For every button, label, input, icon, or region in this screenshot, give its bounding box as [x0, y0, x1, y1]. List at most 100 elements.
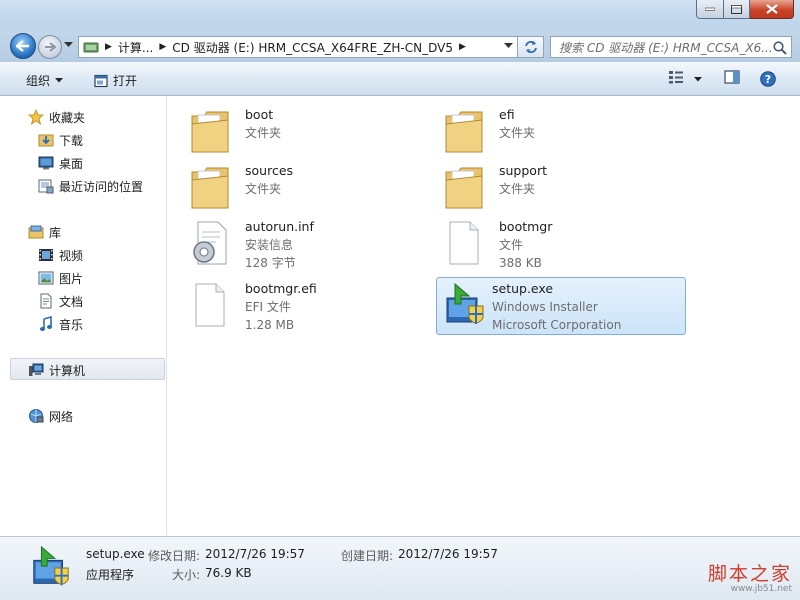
change-view-button[interactable]	[668, 70, 684, 84]
breadcrumb-separator[interactable]: ▶	[105, 42, 112, 52]
file-description: Windows Installer	[492, 300, 598, 314]
open-button[interactable]: 打开	[94, 72, 137, 89]
help-icon: ?	[760, 71, 776, 87]
music-icon	[40, 316, 52, 331]
nav-item-label: 最近访问的位置	[59, 179, 144, 194]
close-button[interactable]	[750, 0, 794, 19]
breadcrumb-computer[interactable]: 计算...	[118, 39, 153, 56]
file-type: 文件夹	[499, 182, 536, 196]
nav-favorites[interactable]: 收藏夹	[28, 107, 85, 127]
breadcrumb-separator[interactable]: ▶	[159, 42, 166, 52]
file-item-autorun-inf[interactable]: autorun.inf 安装信息 128 字节	[174, 214, 424, 272]
navigation-pane: 收藏夹 下载 桌面 最近访问的位置 库 视频 图片 文档 音乐 计算机 网络	[0, 96, 167, 536]
computer-icon	[29, 363, 44, 376]
view-options-icon	[669, 71, 683, 84]
file-type: 安装信息	[245, 238, 294, 252]
file-item-bootmgr[interactable]: bootmgr 文件 388 KB	[428, 214, 678, 272]
file-list: boot 文件夹 efi 文件夹 sources 文件夹 support 文件夹…	[168, 96, 800, 536]
svg-text:?: ?	[765, 73, 771, 86]
star-icon	[28, 109, 44, 125]
forward-button[interactable]	[38, 35, 62, 59]
file-item-sources[interactable]: sources 文件夹	[174, 158, 424, 216]
title-bar	[0, 0, 800, 30]
nav-libraries[interactable]: 库	[28, 222, 61, 242]
nav-item-music[interactable]: 音乐	[38, 314, 83, 334]
videos-icon	[39, 249, 53, 261]
file-name: bootmgr	[499, 219, 553, 234]
details-modified-value: 2012/7/26 19:57	[205, 547, 305, 561]
details-modified-label: 修改日期:	[148, 549, 201, 563]
nav-item-label: 下载	[59, 133, 84, 148]
maximize-icon	[731, 4, 742, 14]
file-icon	[449, 221, 479, 265]
refresh-icon	[524, 41, 537, 53]
details-size-value: 76.9 KB	[205, 566, 252, 580]
nav-item-label: 文档	[59, 294, 84, 309]
nav-libraries-label: 库	[49, 225, 62, 240]
nav-computer-label: 计算机	[49, 363, 86, 378]
folder-icon	[191, 111, 229, 153]
file-item-setup-exe[interactable]: setup.exe Windows Installer Microsoft Co…	[436, 277, 686, 335]
recent-places-icon	[38, 179, 54, 194]
file-name: bootmgr.efi	[245, 281, 317, 296]
details-file-name: setup.exe	[86, 547, 145, 561]
nav-item-documents[interactable]: 文档	[38, 291, 83, 311]
breadcrumb-cd-drive[interactable]: CD 驱动器 (E:) HRM_CCSA_X64FRE_ZH-CN_DV5	[172, 39, 453, 56]
file-type: 文件夹	[245, 126, 282, 140]
details-file-type: 应用程序	[86, 568, 135, 582]
preview-pane-icon	[724, 70, 740, 84]
command-bar: 组织 打开 ?	[0, 62, 800, 96]
recent-pages-chevron-icon[interactable]	[64, 42, 73, 48]
maximize-button[interactable]	[724, 0, 750, 19]
downloads-folder-icon	[38, 134, 54, 147]
file-name: efi	[499, 107, 515, 122]
search-icon[interactable]	[772, 40, 788, 56]
nav-item-desktop[interactable]: 桌面	[38, 153, 83, 173]
file-item-efi[interactable]: efi 文件夹	[428, 102, 678, 160]
file-name: support	[499, 163, 547, 178]
nav-item-downloads[interactable]: 下载	[38, 130, 83, 150]
nav-item-recent-places[interactable]: 最近访问的位置	[38, 176, 143, 196]
nav-item-label: 图片	[59, 271, 84, 286]
file-type: 文件夹	[499, 126, 536, 140]
minimize-button[interactable]	[696, 0, 724, 19]
library-icon	[28, 225, 44, 239]
help-button[interactable]: ?	[760, 71, 776, 87]
setup-exe-icon	[446, 282, 484, 324]
file-name: autorun.inf	[245, 219, 314, 234]
address-dropdown-chevron-icon[interactable]	[504, 43, 513, 49]
file-item-bootmgr-efi[interactable]: bootmgr.efi EFI 文件 1.28 MB	[174, 276, 424, 334]
nav-network-label: 网络	[49, 409, 74, 424]
nav-item-label: 视频	[59, 248, 84, 263]
breadcrumb-separator[interactable]: ▶	[459, 42, 466, 52]
preview-pane-button[interactable]	[724, 70, 740, 84]
nav-item-videos[interactable]: 视频	[38, 245, 83, 265]
file-type: 文件	[499, 238, 524, 252]
nav-item-pictures[interactable]: 图片	[38, 268, 83, 288]
nav-computer[interactable]: 计算机	[28, 360, 85, 380]
forward-arrow-icon	[45, 42, 56, 52]
file-item-support[interactable]: support 文件夹	[428, 158, 678, 216]
nav-item-label: 桌面	[59, 156, 84, 171]
navigation-bar: ▶ 计算... ▶ CD 驱动器 (E:) HRM_CCSA_X64FRE_ZH…	[0, 30, 800, 62]
file-item-boot[interactable]: boot 文件夹	[174, 102, 424, 160]
nav-network[interactable]: 网络	[28, 406, 73, 426]
nav-favorites-label: 收藏夹	[49, 110, 86, 125]
file-name: setup.exe	[492, 281, 554, 296]
caption-buttons	[696, 0, 794, 19]
file-name: boot	[245, 107, 274, 122]
view-dropdown-chevron-icon[interactable]	[694, 77, 702, 82]
file-size: 1.28 MB	[245, 318, 295, 332]
refresh-button[interactable]	[518, 36, 544, 58]
address-bar[interactable]: ▶ 计算... ▶ CD 驱动器 (E:) HRM_CCSA_X64FRE_ZH…	[78, 36, 518, 58]
details-created-value: 2012/7/26 19:57	[398, 547, 498, 561]
watermark-title: 脚本之家	[707, 563, 792, 585]
file-name: sources	[245, 163, 294, 178]
open-label: 打开	[113, 74, 138, 88]
file-type: 文件夹	[245, 182, 282, 196]
search-input[interactable]: 搜索 CD 驱动器 (E:) HRM_CCSA_X6...	[550, 36, 792, 58]
file-company: Microsoft Corporation	[492, 318, 622, 332]
back-arrow-icon	[16, 40, 29, 52]
back-button[interactable]	[10, 33, 36, 59]
organize-button[interactable]: 组织	[26, 72, 64, 89]
